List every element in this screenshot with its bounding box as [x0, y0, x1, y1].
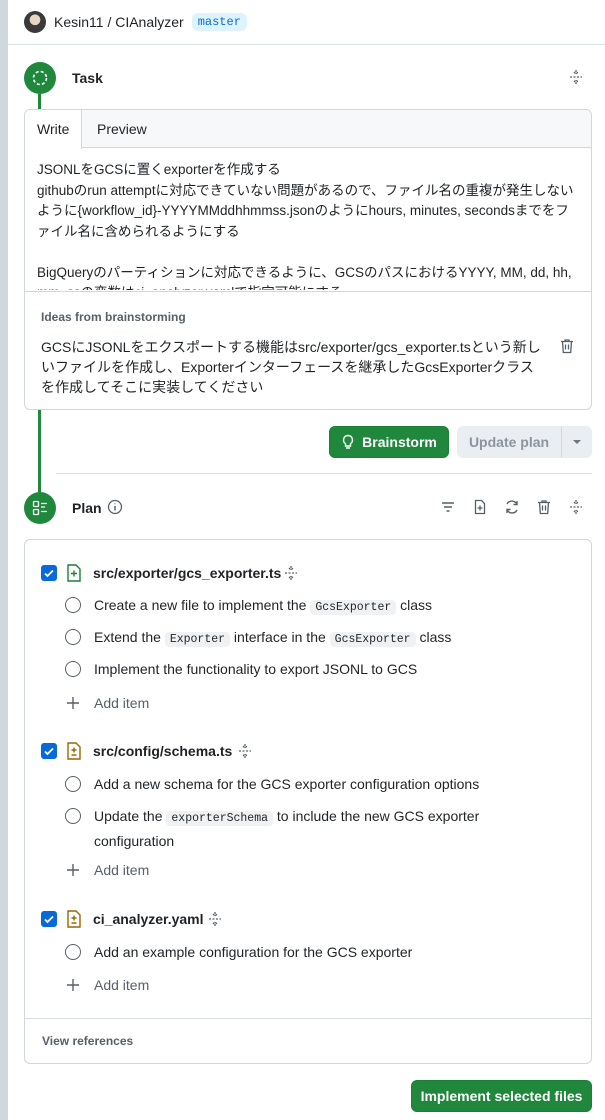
add-item-button[interactable]: Add item: [94, 862, 149, 878]
repo-name[interactable]: Kesin11 / CIAnalyzer: [54, 14, 184, 30]
ideas-panel: Ideas from brainstorming GCSにJSONLをエクスポー…: [25, 291, 591, 409]
code-span: Exporter: [164, 632, 231, 647]
collapse-file-icon[interactable]: [281, 563, 301, 583]
item-radio[interactable]: [65, 629, 81, 645]
collapse-icon[interactable]: [566, 67, 586, 87]
collapse-icon[interactable]: [566, 497, 586, 517]
plan-item[interactable]: Add a new schema for the GCS exporter co…: [94, 773, 534, 795]
trash-icon[interactable]: [557, 336, 577, 356]
item-radio[interactable]: [65, 597, 81, 613]
task-textarea[interactable]: JSONLをGCSに置くexporterを作成する githubのrun att…: [37, 160, 582, 290]
file-name[interactable]: src/config/schema.ts: [93, 743, 232, 759]
implement-label: Implement selected files: [420, 1088, 583, 1104]
code-span: GcsExporter: [310, 600, 397, 615]
ideas-text: GCSにJSONLをエクスポートする機能はsrc/exporter/gcs_ex…: [41, 339, 541, 395]
plan-item[interactable]: Create a new file to implement the GcsEx…: [94, 594, 514, 619]
tab-write[interactable]: Write: [25, 110, 83, 149]
file-checkbox[interactable]: [41, 911, 57, 927]
references-divider: [25, 1018, 591, 1019]
plan-step-icon: [24, 492, 56, 524]
plus-icon: [67, 979, 79, 991]
update-plan-label: Update plan: [468, 434, 550, 450]
plus-icon: [67, 864, 79, 876]
code-span: exporterSchema: [166, 811, 274, 826]
ideas-label: Ideas from brainstorming: [41, 310, 186, 324]
add-item-button[interactable]: Add item: [94, 695, 149, 711]
file-modified-icon: [67, 742, 81, 760]
task-title: Task: [72, 70, 103, 86]
plan-panel: src/exporter/gcs_exporter.ts Create a ne…: [24, 539, 592, 1064]
item-radio[interactable]: [65, 661, 81, 677]
item-radio[interactable]: [65, 808, 81, 824]
timeline-line: [38, 410, 41, 492]
filter-icon[interactable]: [438, 497, 458, 517]
task-step-icon: [24, 62, 56, 94]
check-icon: [44, 747, 54, 756]
refresh-icon[interactable]: [502, 497, 522, 517]
update-plan-dropdown[interactable]: [561, 426, 592, 458]
code-span: GcsExporter: [329, 632, 416, 647]
file-modified-icon: [67, 910, 81, 928]
lightbulb-icon: [343, 434, 354, 449]
plan-item[interactable]: Update the exporterSchema to include the…: [94, 805, 494, 852]
section-divider: [56, 473, 592, 474]
brainstorm-label: Brainstorm: [362, 434, 437, 450]
delete-plan-icon[interactable]: [534, 497, 554, 517]
plus-icon: [67, 697, 79, 709]
timeline-line: [38, 94, 41, 110]
item-radio[interactable]: [65, 776, 81, 792]
file-added-icon: [67, 564, 81, 582]
view-references-link[interactable]: View references: [42, 1034, 133, 1048]
item-radio[interactable]: [65, 944, 81, 960]
add-item-button[interactable]: Add item: [94, 977, 149, 993]
left-rail: [0, 0, 8, 1120]
tab-preview[interactable]: Preview: [85, 110, 159, 148]
chevron-down-icon: [572, 440, 581, 444]
plan-title: Plan: [72, 500, 102, 516]
update-plan-button[interactable]: Update plan: [457, 426, 561, 458]
check-icon: [44, 915, 54, 924]
collapse-file-icon[interactable]: [235, 741, 255, 761]
file-name[interactable]: src/exporter/gcs_exporter.ts: [93, 565, 281, 581]
check-icon: [44, 569, 54, 578]
info-icon[interactable]: [105, 497, 125, 517]
dashed-circle-icon: [32, 70, 48, 86]
file-name[interactable]: ci_analyzer.yaml: [93, 911, 204, 927]
file-checkbox[interactable]: [41, 565, 57, 581]
plan-item[interactable]: Add an example configuration for the GCS…: [94, 941, 514, 963]
add-file-icon[interactable]: [470, 497, 490, 517]
plan-item[interactable]: Extend the Exporter interface in the Gcs…: [94, 626, 514, 651]
branch-badge[interactable]: master: [191, 13, 247, 31]
repo-header: Kesin11 / CIAnalyzer master: [8, 0, 605, 45]
implement-selected-files-button[interactable]: Implement selected files: [411, 1080, 592, 1112]
checklist-icon: [32, 500, 47, 516]
editor-tabs: Write Preview: [25, 110, 591, 149]
plan-item[interactable]: Implement the functionality to export JS…: [94, 658, 514, 680]
brainstorm-button[interactable]: Brainstorm: [329, 426, 449, 458]
task-editor: Write Preview JSONLをGCSに置くexporterを作成する …: [24, 109, 592, 410]
collapse-file-icon[interactable]: [205, 909, 225, 929]
avatar[interactable]: [24, 11, 46, 33]
file-checkbox[interactable]: [41, 743, 57, 759]
